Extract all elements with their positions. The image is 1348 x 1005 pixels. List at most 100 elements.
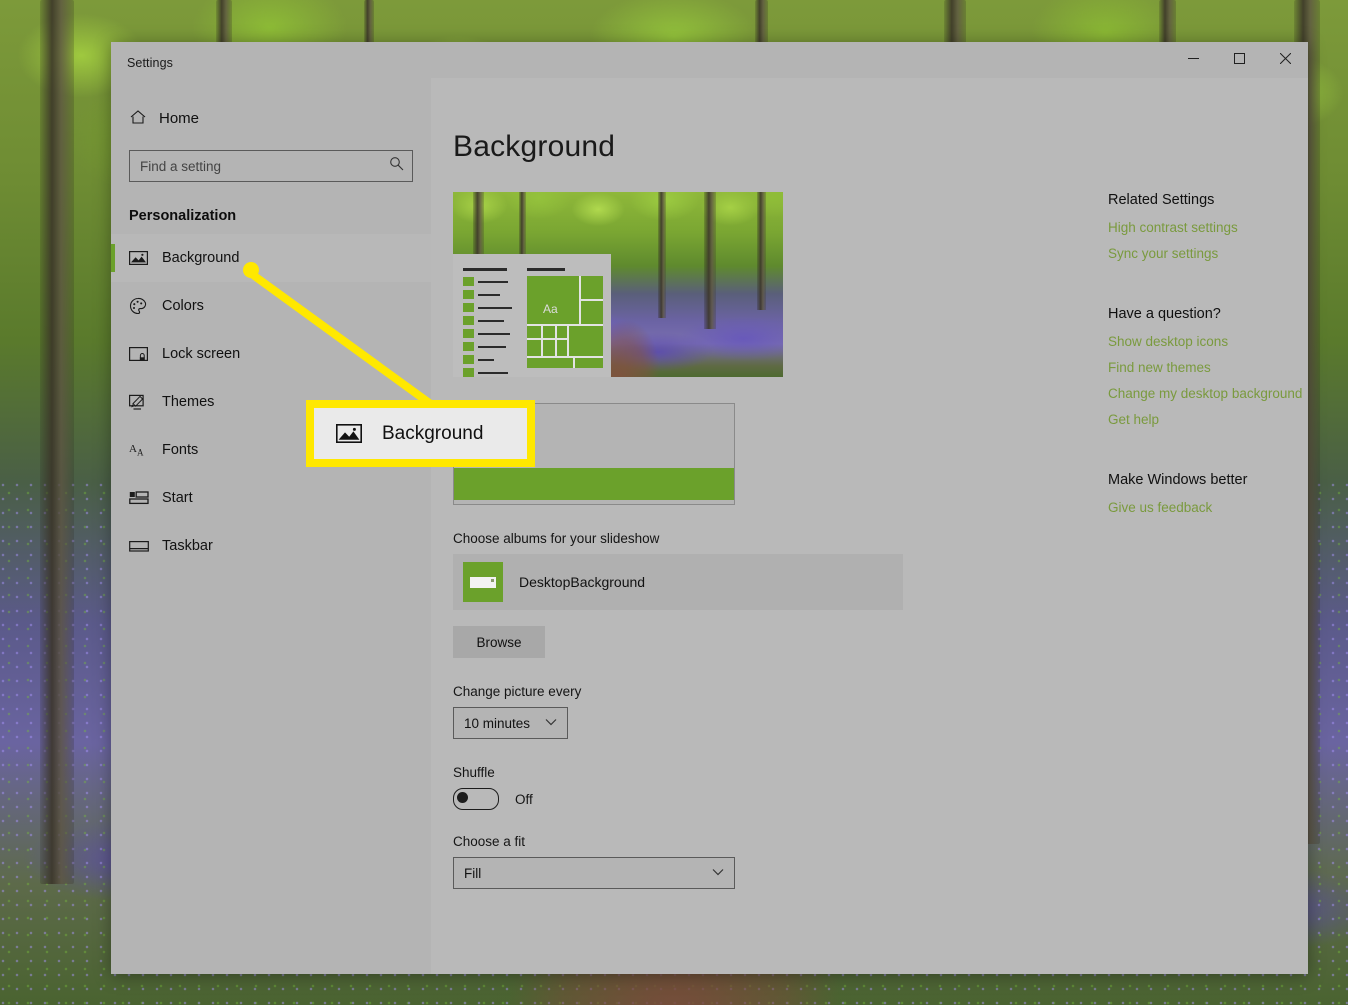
related-settings-rail: Related Settings High contrast settings … bbox=[1073, 130, 1308, 974]
sidebar-section-title: Personalization bbox=[129, 208, 237, 224]
preview-tree-trunk bbox=[756, 192, 766, 311]
fit-label: Choose a fit bbox=[453, 834, 526, 849]
start-list-row bbox=[463, 367, 519, 378]
taskbar-icon bbox=[129, 539, 162, 554]
start-list-row bbox=[463, 328, 519, 339]
start-row-line bbox=[478, 371, 508, 374]
svg-text:A: A bbox=[137, 447, 144, 457]
start-tile-square bbox=[463, 303, 474, 312]
page-title: Background bbox=[453, 130, 616, 163]
minimize-button[interactable] bbox=[1170, 42, 1216, 74]
sidebar-item-background[interactable]: Background bbox=[111, 234, 431, 282]
start-app-list bbox=[463, 268, 519, 380]
tile-divider bbox=[555, 324, 557, 356]
tile-divider bbox=[527, 338, 567, 340]
album-name: DesktopBackground bbox=[519, 574, 646, 590]
start-row-line bbox=[478, 280, 508, 283]
link-find-new-themes[interactable]: Find new themes bbox=[1108, 360, 1308, 375]
sidebar-item-label: Colors bbox=[162, 298, 204, 314]
start-tile-square bbox=[463, 329, 474, 338]
start-list-row bbox=[463, 341, 519, 352]
make-windows-better-heading: Make Windows better bbox=[1108, 472, 1248, 488]
window-title: Settings bbox=[127, 56, 173, 70]
albums-label: Choose albums for your slideshow bbox=[453, 531, 660, 546]
start-tiles-caption bbox=[527, 268, 565, 271]
main-content: Background Aa Choose albums for your sli… bbox=[431, 78, 1308, 974]
have-a-question-heading: Have a question? bbox=[1108, 306, 1221, 322]
sidebar-item-label: Themes bbox=[162, 394, 215, 410]
settings-window: Settings Home Find a setting Personaliza… bbox=[111, 42, 1308, 974]
preview-tree-trunk bbox=[703, 192, 716, 329]
start-tiles: Aa bbox=[527, 276, 603, 368]
start-list-row bbox=[463, 289, 519, 300]
picture-icon bbox=[336, 423, 362, 444]
picture-icon bbox=[129, 250, 162, 266]
start-tile-square bbox=[463, 355, 474, 364]
start-list-row bbox=[463, 302, 519, 313]
fit-value: Fill bbox=[464, 865, 482, 881]
start-list-row bbox=[463, 315, 519, 326]
start-tile-square bbox=[463, 342, 474, 351]
interval-dropdown[interactable]: 10 minutes bbox=[453, 707, 568, 739]
sidebar-item-label: Lock screen bbox=[162, 346, 241, 362]
home-icon bbox=[129, 108, 159, 129]
tile-divider bbox=[567, 324, 569, 356]
close-button[interactable] bbox=[1262, 42, 1308, 74]
maximize-button[interactable] bbox=[1216, 42, 1262, 74]
start-list-caption bbox=[463, 268, 507, 271]
sidebar-item-start[interactable]: Start bbox=[111, 474, 431, 522]
tile-divider bbox=[573, 356, 575, 368]
window-controls bbox=[1170, 42, 1308, 74]
start-list-row bbox=[463, 276, 519, 287]
tile-divider bbox=[579, 299, 603, 301]
link-show-desktop-icons[interactable]: Show desktop icons bbox=[1108, 334, 1308, 349]
chevron-down-icon bbox=[545, 717, 557, 729]
tile-sample-text: Aa bbox=[543, 302, 558, 316]
sidebar-item-taskbar[interactable]: Taskbar bbox=[111, 522, 431, 570]
sidebar-item-home[interactable]: Home bbox=[111, 98, 431, 138]
related-settings-heading: Related Settings bbox=[1108, 192, 1215, 208]
preview-tree-trunk bbox=[657, 192, 666, 318]
sidebar-item-label: Background bbox=[162, 250, 240, 266]
link-high-contrast-settings[interactable]: High contrast settings bbox=[1108, 220, 1308, 235]
maximize-icon bbox=[1233, 52, 1245, 64]
start-tile-grid: Aa bbox=[527, 268, 603, 368]
callout-label: Background bbox=[382, 422, 484, 444]
tile-divider bbox=[527, 324, 603, 326]
start-list-row bbox=[463, 354, 519, 365]
settings-column: Background Aa Choose albums for your sli… bbox=[453, 130, 1073, 974]
palette-icon bbox=[129, 297, 162, 315]
search-box[interactable] bbox=[129, 150, 413, 182]
start-row-line bbox=[478, 293, 500, 296]
folder-icon bbox=[463, 562, 503, 602]
shuffle-toggle[interactable] bbox=[453, 788, 499, 810]
search-input[interactable] bbox=[129, 150, 413, 182]
start-row-line bbox=[478, 306, 512, 309]
background-preview: Aa bbox=[453, 192, 783, 377]
start-menu-mockup: Aa bbox=[453, 254, 611, 377]
album-list-item[interactable]: DesktopBackground bbox=[453, 554, 903, 610]
link-give-us-feedback[interactable]: Give us feedback bbox=[1108, 500, 1308, 515]
wallpaper-tree-trunk bbox=[40, 0, 75, 885]
font-icon: A A bbox=[129, 442, 162, 459]
navigation-sidebar: Home Personalization bbox=[111, 78, 431, 974]
dropdown-option-slideshow[interactable] bbox=[454, 468, 734, 500]
start-tile-square bbox=[463, 316, 474, 325]
link-change-my-desktop-background[interactable]: Change my desktop background bbox=[1108, 386, 1308, 401]
folder-sheet bbox=[470, 576, 496, 588]
window-titlebar[interactable]: Settings bbox=[111, 42, 1308, 78]
toggle-knob bbox=[457, 792, 468, 803]
brush-icon bbox=[129, 394, 162, 411]
fit-dropdown[interactable]: Fill bbox=[453, 857, 735, 889]
lockscreen-icon bbox=[129, 346, 162, 362]
tile-divider bbox=[527, 356, 603, 358]
sidebar-item-label: Taskbar bbox=[162, 538, 213, 554]
browse-button[interactable]: Browse bbox=[453, 626, 545, 658]
start-tile-square bbox=[463, 277, 474, 286]
link-get-help[interactable]: Get help bbox=[1108, 412, 1308, 427]
link-sync-your-settings[interactable]: Sync your settings bbox=[1108, 246, 1308, 261]
chevron-down-icon bbox=[712, 867, 724, 879]
interval-value: 10 minutes bbox=[464, 715, 531, 731]
